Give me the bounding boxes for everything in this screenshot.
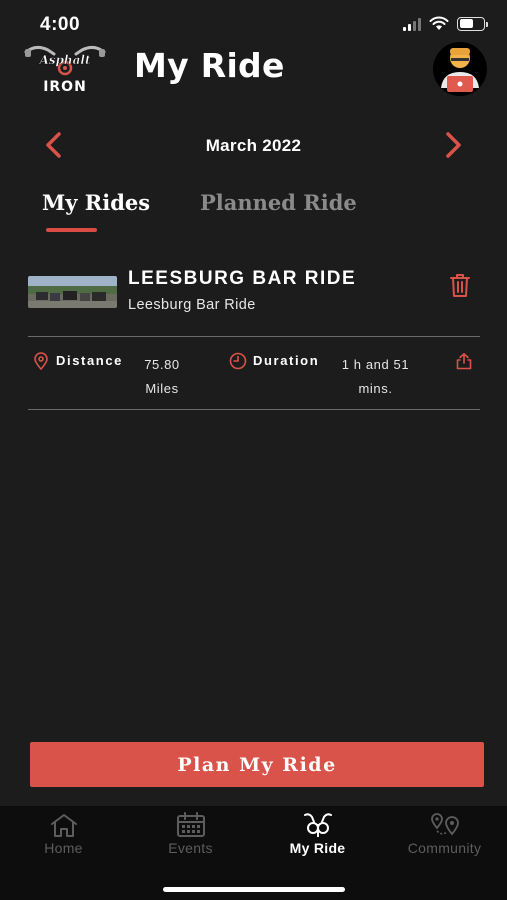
- ride-card[interactable]: LEESBURG BAR RIDE Leesburg Bar Ride Dist…: [28, 262, 480, 412]
- location-pin-icon: [34, 352, 48, 370]
- home-icon: [50, 814, 77, 837]
- home-indicator[interactable]: [163, 887, 345, 892]
- distance-value: 75.80 Miles: [144, 357, 180, 396]
- month-label: March 2022: [205, 136, 302, 155]
- page-title: My Ride: [134, 46, 285, 85]
- duration-stat: Duration 1 h and 51 mins.: [228, 350, 428, 400]
- trash-icon[interactable]: [448, 272, 472, 298]
- nav-label-events: Events: [168, 840, 213, 856]
- bottom-navigation-bar: Home Events My Ride Community: [0, 806, 507, 900]
- active-tab-indicator: [46, 228, 97, 232]
- tab-my-rides[interactable]: My Rides: [42, 190, 150, 215]
- tab-planned-ride[interactable]: Planned Ride: [200, 190, 357, 215]
- distance-stat: Distance 75.80 Miles: [28, 350, 228, 400]
- month-navigator: March 2022: [0, 125, 507, 165]
- divider: [28, 409, 480, 410]
- plan-my-ride-button[interactable]: Plan My Ride: [30, 742, 484, 787]
- clock-icon: [229, 352, 247, 370]
- share-icon[interactable]: [455, 352, 473, 370]
- nav-item-home[interactable]: Home: [0, 812, 127, 864]
- wifi-icon: [429, 16, 449, 30]
- distance-label: Distance: [56, 353, 123, 368]
- status-icons: [403, 16, 488, 31]
- asphalt-iron-logo: Asphalt IRON: [24, 45, 106, 95]
- svg-text:Asphalt: Asphalt: [38, 53, 91, 67]
- status-time: 4:00: [40, 14, 81, 35]
- ride-tabs: My Rides Planned Ride: [0, 190, 507, 240]
- ride-title: LEESBURG BAR RIDE: [128, 268, 357, 289]
- cellular-signal-icon: [403, 17, 421, 31]
- nav-item-events[interactable]: Events: [127, 812, 254, 864]
- duration-label: Duration: [253, 353, 320, 368]
- motorcycle-handlebar-icon: [303, 813, 332, 837]
- user-avatar-icon: [441, 48, 479, 92]
- community-pins-icon: [430, 813, 459, 836]
- nav-label-community: Community: [407, 840, 482, 856]
- next-month-chevron-icon[interactable]: [439, 131, 467, 159]
- nav-label-my-ride: My Ride: [289, 840, 346, 856]
- svg-text:IRON: IRON: [43, 79, 87, 95]
- ride-subtitle: Leesburg Bar Ride: [128, 297, 256, 313]
- header: Asphalt IRON My Ride: [0, 38, 507, 98]
- battery-icon: [457, 16, 488, 31]
- avatar[interactable]: [433, 42, 487, 96]
- calendar-icon: [176, 812, 205, 837]
- nav-item-community[interactable]: Community: [381, 812, 507, 864]
- ride-thumbnail-image: [28, 276, 117, 308]
- nav-label-home: Home: [44, 840, 83, 856]
- duration-value: 1 h and 51 mins.: [341, 357, 410, 396]
- divider: [28, 336, 480, 337]
- nav-item-my-ride[interactable]: My Ride: [254, 812, 381, 864]
